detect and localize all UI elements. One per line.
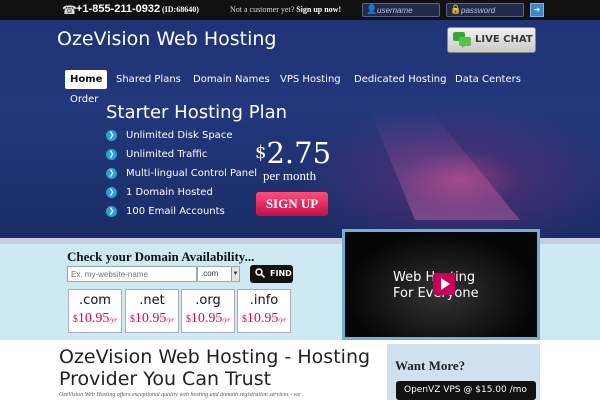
site-title[interactable]: OzeVision Web Hosting — [57, 28, 276, 50]
tld-per: /yr — [278, 316, 287, 324]
tld-price: $10.95/yr — [182, 311, 234, 327]
arrow-bullet-icon: ❯ — [106, 187, 117, 198]
nav-home[interactable]: Home — [65, 70, 108, 89]
find-label: FIND — [270, 269, 292, 278]
arrow-bullet-icon: ❯ — [106, 168, 117, 179]
top-bar: ☎ +1-855-211-0932 (ID:68640) Not a custo… — [0, 0, 600, 20]
play-icon[interactable] — [433, 273, 455, 295]
tld-amount: 10.95 — [77, 311, 110, 326]
password-input[interactable] — [461, 4, 523, 16]
search-icon — [255, 268, 265, 278]
lock-icon: 🔒 — [450, 5, 462, 15]
username-field[interactable]: 👤 — [362, 3, 440, 17]
nav-domain-names[interactable]: Domain Names — [193, 70, 270, 89]
price-currency: $ — [255, 142, 267, 163]
tld-extension: .info — [249, 293, 279, 308]
tld-amount: 10.95 — [246, 311, 279, 326]
domain-search-input[interactable] — [67, 266, 197, 282]
promo-video[interactable]: Web Hosting For Everyone — [342, 229, 540, 340]
tld-price-net[interactable]: .net $10.95/yr — [125, 289, 179, 333]
nav-dedicated-hosting[interactable]: Dedicated Hosting — [354, 70, 446, 89]
sign-up-now-link[interactable]: Sign up now! — [296, 5, 341, 14]
tld-price-org[interactable]: .org $10.95/yr — [181, 289, 235, 333]
tld-extension: .com — [79, 293, 111, 308]
tld-price: $10.95/yr — [238, 311, 290, 327]
username-input[interactable] — [377, 4, 439, 16]
find-button[interactable]: FIND — [250, 265, 293, 283]
vps-offer-button[interactable]: OpenVZ VPS @ $15.00 /mo — [396, 381, 536, 400]
price-period: per month — [263, 168, 317, 183]
chat-bubble-icon — [453, 32, 471, 48]
arrow-bullet-icon: ❯ — [106, 149, 117, 160]
live-chat-button[interactable]: LIVE CHAT — [447, 27, 536, 53]
nav-vps-hosting[interactable]: VPS Hosting — [280, 70, 341, 89]
tld-per: /yr — [222, 316, 231, 324]
feature-label: Unlimited Disk Space — [126, 130, 233, 141]
plan-price: $2.75 — [255, 136, 331, 170]
arrow-bullet-icon: ❯ — [106, 206, 117, 217]
domain-check-title: Check your Domain Availability... — [67, 249, 255, 264]
feature-list: ❯ Unlimited Disk Space ❯ Unlimited Traffic… — [106, 128, 257, 223]
feature-item: ❯ 1 Domain Hosted — [106, 185, 257, 204]
phone-id: (ID:68640) — [162, 5, 199, 14]
price-amount: 2.75 — [266, 136, 332, 170]
nav-order[interactable]: Order — [70, 94, 98, 105]
tld-extension: .net — [139, 293, 165, 308]
feature-item: ❯ Unlimited Traffic — [106, 147, 257, 166]
tld-price-info[interactable]: .info $10.95/yr — [237, 289, 291, 333]
sign-up-button[interactable]: SIGN UP — [256, 192, 328, 216]
tld-select[interactable]: .com ▼ — [197, 266, 240, 282]
live-chat-label: LIVE CHAT — [475, 34, 533, 45]
arrow-bullet-icon: ❯ — [106, 130, 117, 141]
feature-label: 1 Domain Hosted — [126, 187, 213, 198]
intro-text: OzeVision Web Hosting offers exceptional… — [59, 392, 301, 398]
tld-price-com[interactable]: .com $10.95/yr — [68, 289, 122, 333]
nav-shared-plans[interactable]: Shared Plans — [116, 70, 181, 89]
feature-label: 100 Email Accounts — [126, 206, 225, 217]
tld-per: /yr — [166, 316, 175, 324]
tld-selected-value: .com — [201, 269, 219, 278]
feature-label: Multi-lingual Control Panel — [126, 168, 258, 179]
not-customer-label: Not a customer yet? — [230, 5, 295, 14]
chevron-down-icon: ▼ — [231, 267, 239, 281]
feature-item: ❯ Unlimited Disk Space — [106, 128, 257, 147]
sidebar-title: Want More? — [395, 358, 466, 373]
tld-amount: 10.95 — [190, 311, 223, 326]
phone-number: +1-855-211-0932 — [76, 3, 161, 15]
not-customer-text: Not a customer yet? Sign up now! — [230, 5, 341, 14]
phone-icon: ☎ — [62, 3, 77, 17]
feature-item: ❯ Multi-lingual Control Panel — [106, 166, 257, 185]
main-heading: OzeVision Web Hosting - Hosting Provider… — [59, 346, 371, 390]
password-field[interactable]: 🔒 — [446, 3, 524, 17]
tld-amount: 10.95 — [134, 311, 167, 326]
feature-item: ❯ 100 Email Accounts — [106, 204, 257, 223]
user-icon: 👤 — [366, 5, 378, 15]
login-submit-button[interactable]: ➜ — [530, 3, 544, 17]
nav-data-centers[interactable]: Data Centers — [455, 70, 521, 89]
tld-extension: .org — [195, 293, 221, 308]
tld-price: $10.95/yr — [69, 311, 121, 327]
tld-per: /yr — [109, 316, 118, 324]
plan-title: Starter Hosting Plan — [106, 102, 288, 123]
tld-price: $10.95/yr — [126, 311, 178, 327]
feature-label: Unlimited Traffic — [126, 149, 208, 160]
